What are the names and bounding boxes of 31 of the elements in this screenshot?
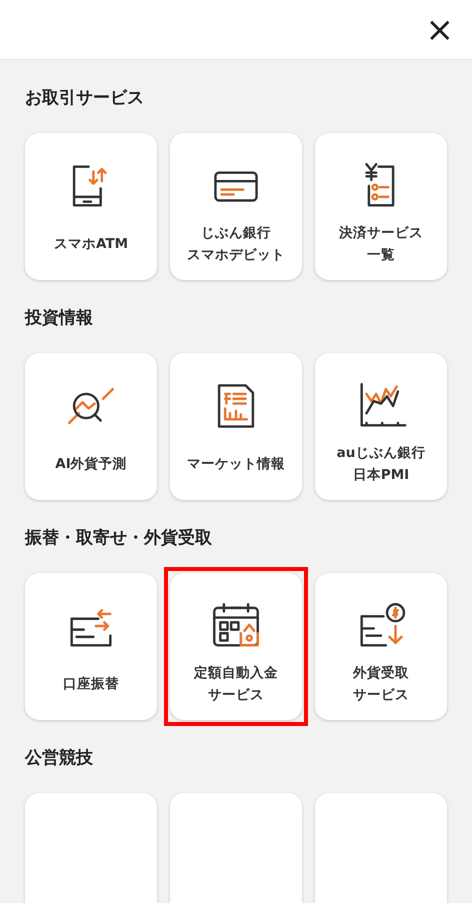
tile-label: 外貨受取 — [353, 664, 409, 682]
service-tile[interactable] — [170, 793, 302, 903]
tile-label: サービス — [353, 686, 409, 704]
service-tile[interactable]: スマホATM — [25, 133, 157, 280]
tile-label: 決済サービス — [339, 224, 423, 242]
tile-label: サービス — [208, 686, 264, 704]
tile-label: スマホATM — [54, 234, 128, 254]
service-tile[interactable] — [315, 793, 447, 903]
tile-label: auじぶん銀行 — [336, 444, 426, 462]
tile-label: 日本PMI — [352, 466, 410, 484]
section-title: 公営競技 — [25, 747, 94, 770]
section-title: 投資情報 — [25, 307, 94, 330]
service-tile[interactable]: 定額自動入金 サービス — [170, 573, 302, 720]
service-tile[interactable]: じぶん銀行 スマホデビット — [170, 133, 302, 280]
tile-label: マーケット情報 — [187, 454, 285, 474]
service-tile[interactable]: 口座振替 — [25, 573, 157, 720]
section-title: 振替・取寄せ・外貨受取 — [25, 527, 213, 550]
service-tile[interactable]: 外貨受取 サービス — [315, 573, 447, 720]
service-tile[interactable]: AI外貨予測 — [25, 353, 157, 500]
section-title: お取引サービス — [25, 87, 145, 110]
close-button[interactable]: × — [422, 12, 458, 46]
tile-label: じぶん銀行 — [201, 224, 271, 242]
tile-label: AI外貨予測 — [55, 454, 127, 474]
service-tile[interactable]: マーケット情報 — [170, 353, 302, 500]
tile-label: 一覧 — [367, 246, 395, 264]
tile-label: 定額自動入金 — [194, 664, 278, 682]
service-tile[interactable] — [25, 793, 157, 903]
service-tile[interactable]: 決済サービス 一覧 — [315, 133, 447, 280]
tile-label: スマホデビット — [187, 246, 285, 264]
tile-label: 口座振替 — [63, 674, 119, 694]
service-tile[interactable]: auじぶん銀行 日本PMI — [315, 353, 447, 500]
